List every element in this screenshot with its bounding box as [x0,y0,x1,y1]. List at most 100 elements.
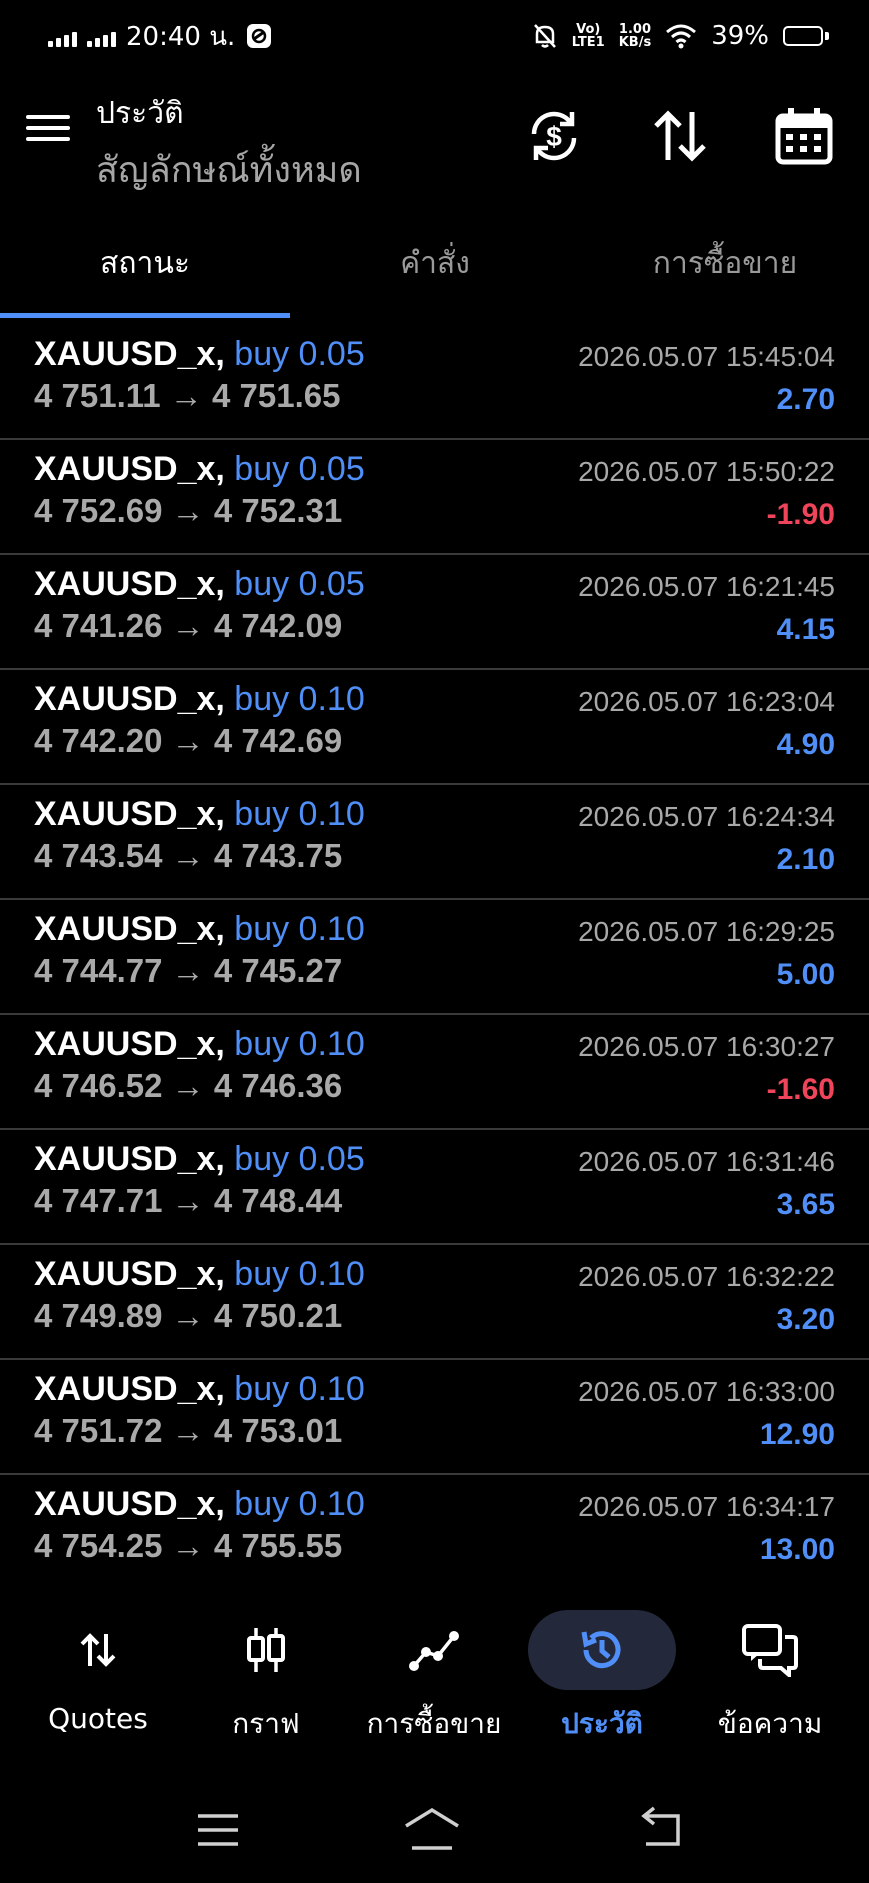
chart-candles-icon [247,1628,285,1672]
tab-deals[interactable]: การซื้อขาย [580,240,869,287]
sort-arrows-icon[interactable] [648,104,712,168]
signal-2-icon [87,25,116,47]
tab-bar: สถานะ คำสั่ง การซื้อขาย [0,220,869,320]
trade-symbol: XAUUSD_x, buy 0.05 [34,565,365,604]
tab-orders[interactable]: คำสั่ง [290,240,580,287]
symbol-name: XAUUSD_x, [34,910,225,948]
nav-messages[interactable]: ข้อความ [686,1610,854,1746]
menu-icon[interactable] [26,108,72,156]
trade-list: XAUUSD_x, buy 0.05 4 751.11 → 4 751.65 202… [0,325,869,1590]
trade-prices: 4 751.11 → 4 751.65 [34,377,340,415]
nav-trade[interactable]: การซื้อขาย [350,1610,518,1746]
arrow-right-icon: → [171,837,205,874]
trade-row[interactable]: XAUUSD_x, buy 0.10 4 743.54 → 4 743.75 202… [0,785,869,900]
open-price: 4 746.52 [34,1067,163,1104]
open-price: 4 747.71 [34,1182,163,1219]
trade-symbol: XAUUSD_x, buy 0.10 [34,1255,365,1294]
trade-time: 2026.05.07 16:33:00 [578,1376,835,1407]
symbol-name: XAUUSD_x, [34,335,225,373]
close-price: 4 742.69 [213,722,343,759]
trade-prices: 4 749.89 → 4 750.21 [34,1297,342,1335]
trade-side-volume: buy 0.10 [234,1255,365,1293]
nav-quotes[interactable]: Quotes [14,1610,182,1735]
arrow-right-icon: → [171,1527,205,1564]
quotes-arrows-icon [80,1633,116,1667]
open-price: 4 749.89 [34,1297,163,1334]
trade-time: 2026.05.07 16:34:17 [578,1491,835,1522]
trade-profit: 3.20 [776,1303,835,1336]
tab-positions[interactable]: สถานะ [0,240,290,287]
trade-time: 2026.05.07 15:45:04 [578,341,835,372]
nav-history-label: ประวัติ [561,1707,643,1740]
trade-profit: 2.10 [776,843,835,876]
close-price: 4 752.31 [213,492,343,529]
close-price: 4 748.44 [213,1182,343,1219]
volte-bottom: LTE1 [571,35,605,50]
trade-row[interactable]: XAUUSD_x, buy 0.10 4 746.52 → 4 746.36 202… [0,1015,869,1130]
open-price: 4 742.20 [34,722,163,759]
back-icon[interactable] [632,1800,692,1860]
clock: 20:40 น. [126,21,236,52]
close-price: 4 746.36 [213,1067,343,1104]
trade-row[interactable]: XAUUSD_x, buy 0.05 4 752.69 → 4 752.31 202… [0,440,869,555]
trade-prices: 4 742.20 → 4 742.69 [34,722,342,760]
trade-profit: 12.90 [759,1418,835,1451]
trade-time: 2026.05.07 16:30:27 [578,1031,835,1062]
symbol-name: XAUUSD_x, [34,680,225,718]
trade-side-volume: buy 0.10 [234,1485,365,1523]
home-icon[interactable] [402,1800,462,1860]
nav-chart-label: กราฟ [232,1707,300,1740]
trade-side-volume: buy 0.05 [234,335,365,373]
trade-symbol: XAUUSD_x, buy 0.10 [34,680,365,719]
open-price: 4 754.25 [34,1527,163,1564]
symbol-name: XAUUSD_x, [34,1025,225,1063]
trade-symbol: XAUUSD_x, buy 0.05 [34,335,365,374]
trade-row[interactable]: XAUUSD_x, buy 0.10 4 751.72 → 4 753.01 202… [0,1360,869,1475]
open-price: 4 752.69 [34,492,163,529]
arrow-right-icon: → [169,377,203,414]
symbol-name: XAUUSD_x, [34,1140,225,1178]
trade-profit: 5.00 [776,958,835,991]
open-price: 4 741.26 [34,607,163,644]
nav-history[interactable]: ประวัติ [518,1610,686,1746]
trade-row[interactable]: XAUUSD_x, buy 0.10 4 744.77 → 4 745.27 202… [0,900,869,1015]
net-speed: 1.00 KB/s [619,23,651,49]
open-price: 4 751.11 [34,377,161,414]
page-title: ประวัติ [96,96,184,131]
trade-row[interactable]: XAUUSD_x, buy 0.05 4 751.11 → 4 751.65 202… [0,325,869,440]
trade-row[interactable]: XAUUSD_x, buy 0.10 4 742.20 → 4 742.69 202… [0,670,869,785]
trade-time: 2026.05.07 16:24:34 [578,801,835,832]
recents-menu-icon[interactable] [188,1800,248,1860]
trade-time: 2026.05.07 16:31:46 [578,1146,835,1177]
system-nav-bar [0,1790,869,1880]
nav-chart[interactable]: กราฟ [182,1610,350,1746]
trade-symbol: XAUUSD_x, buy 0.10 [34,1370,365,1409]
symbol-name: XAUUSD_x, [34,1370,225,1408]
arrow-right-icon: → [171,607,205,644]
trade-row[interactable]: XAUUSD_x, buy 0.10 4 754.25 → 4 755.55 202… [0,1475,869,1590]
arrow-right-icon: → [171,1297,205,1334]
trade-row[interactable]: XAUUSD_x, buy 0.10 4 749.89 → 4 750.21 202… [0,1245,869,1360]
trade-side-volume: buy 0.10 [234,910,365,948]
trade-row[interactable]: XAUUSD_x, buy 0.05 4 741.26 → 4 742.09 202… [0,555,869,670]
arrow-right-icon: → [171,492,205,529]
trade-symbol: XAUUSD_x, buy 0.10 [34,910,365,949]
app-bar: ประวัติ สัญลักษณ์ทั้งหมด $ [0,80,869,192]
calendar-icon[interactable] [772,104,836,168]
trade-prices: 4 752.69 → 4 752.31 [34,492,342,530]
svg-text:$: $ [546,121,562,152]
trade-prices: 4 741.26 → 4 742.09 [34,607,342,645]
trade-row[interactable]: XAUUSD_x, buy 0.05 4 747.71 → 4 748.44 202… [0,1130,869,1245]
trade-profit: -1.90 [766,498,835,531]
trade-side-volume: buy 0.05 [234,450,365,488]
open-price: 4 743.54 [34,837,163,874]
symbol-name: XAUUSD_x, [34,1485,225,1523]
title-block[interactable]: ประวัติ สัญลักษณ์ทั้งหมด [96,90,362,198]
nav-trade-label: การซื้อขาย [366,1707,502,1740]
trade-line-icon [409,1631,459,1671]
trade-prices: 4 747.71 → 4 748.44 [34,1182,342,1220]
symbol-filter[interactable]: สัญลักษณ์ทั้งหมด [96,141,362,198]
dollar-refresh-icon[interactable]: $ [522,104,586,168]
screen: 20:40 น. Vo) LTE1 1.00 KB/s 39% ประวัติ … [0,0,869,1883]
close-price: 4 745.27 [213,952,343,989]
